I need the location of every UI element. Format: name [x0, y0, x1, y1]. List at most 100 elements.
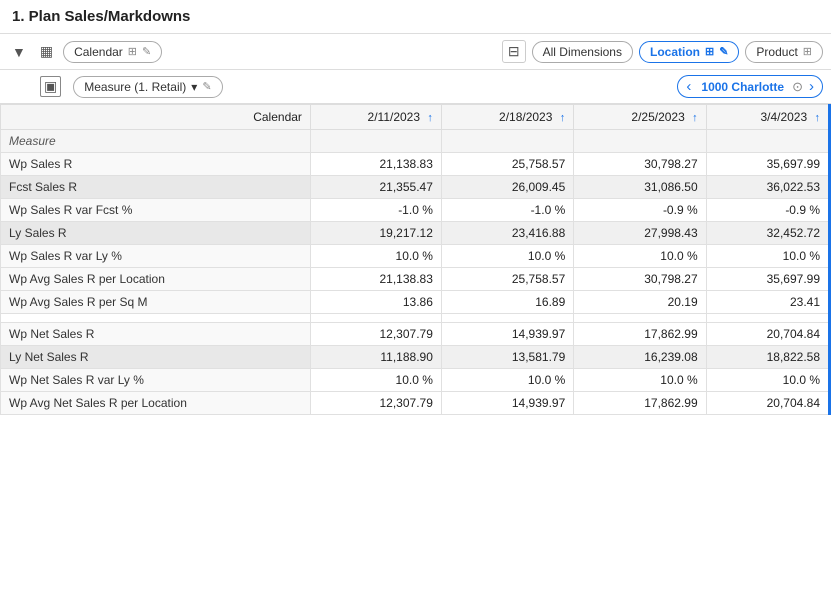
header-col-2: 2/18/2023 ↑: [441, 105, 573, 130]
row-value: 27,998.43: [574, 222, 706, 245]
measure-button[interactable]: Measure (1. Retail) ▾ ✎: [73, 76, 222, 98]
row-value: -1.0 %: [310, 199, 441, 222]
page-title: 1. Plan Sales/Markdowns: [0, 0, 831, 34]
location-label: Location: [650, 45, 700, 59]
all-dimensions-label: All Dimensions: [543, 45, 622, 59]
calendar-button[interactable]: Calendar ⊞ ✎: [63, 41, 162, 63]
row-label: Wp Avg Sales R per Location: [1, 268, 311, 291]
measure-edit-icon: ✎: [202, 80, 211, 93]
table-row: [1, 314, 830, 323]
table-row: Ly Sales R19,217.1223,416.8827,998.4332,…: [1, 222, 830, 245]
row-label: Ly Sales R: [1, 222, 311, 245]
sort-arrow-1: ↑: [427, 112, 433, 124]
expand-rows-icon: ⊟: [508, 43, 520, 60]
table-row: Wp Net Sales R12,307.7914,939.9717,862.9…: [1, 323, 830, 346]
row-value: 14,939.97: [441, 392, 573, 415]
row-value: 17,862.99: [574, 392, 706, 415]
data-table: Calendar 2/11/2023 ↑ 2/18/2023 ↑ 2/25/20…: [0, 104, 831, 415]
location-button[interactable]: Location ⊞ ✎: [639, 41, 739, 63]
app-container: 1. Plan Sales/Markdowns ▼ ▦ Calendar ⊞ ✎…: [0, 0, 831, 415]
row-value: 11,188.90: [310, 346, 441, 369]
location-edit-icon: ✎: [719, 45, 728, 58]
row-label: Wp Net Sales R var Ly %: [1, 369, 311, 392]
location-prev-button[interactable]: ‹: [684, 78, 693, 95]
row-value: 10.0 %: [441, 245, 573, 268]
location-nav: ‹ 1000 Charlotte ⊙ ›: [677, 75, 823, 98]
row-value: 16.89: [441, 291, 573, 314]
table-row: Wp Sales R21,138.8325,758.5730,798.2735,…: [1, 153, 830, 176]
row-value: -0.9 %: [706, 199, 829, 222]
calendar-hier-icon: ⊞: [128, 45, 137, 58]
grid-button[interactable]: ▦: [36, 41, 57, 62]
calendar-edit-icon: ✎: [142, 45, 151, 58]
row-value: 23,416.88: [441, 222, 573, 245]
row-value: 20,704.84: [706, 392, 829, 415]
header-col-3: 2/25/2023 ↑: [574, 105, 706, 130]
row-value: 36,022.53: [706, 176, 829, 199]
row-label: Wp Sales R var Fcst %: [1, 199, 311, 222]
sort-arrow-4: ↑: [815, 112, 821, 124]
expand-rows-button[interactable]: ⊟: [502, 40, 526, 63]
row-label: Wp Sales R var Ly %: [1, 245, 311, 268]
row-value: 35,697.99: [706, 268, 829, 291]
toolbar-center: ⊟: [502, 40, 526, 63]
table-row: Wp Avg Sales R per Location21,138.8325,7…: [1, 268, 830, 291]
calendar-label: Calendar: [74, 45, 123, 59]
row-value: 20.19: [574, 291, 706, 314]
row-value: 25,758.57: [441, 268, 573, 291]
row-value: 31,086.50: [574, 176, 706, 199]
row-value: 17,862.99: [574, 323, 706, 346]
row-value: 30,798.27: [574, 153, 706, 176]
measure-dropdown-icon: ▾: [191, 80, 197, 94]
table-row: Wp Sales R var Ly %10.0 %10.0 %10.0 %10.…: [1, 245, 830, 268]
product-hier-icon: ⊞: [803, 45, 812, 58]
location-name: 1000 Charlotte: [697, 80, 788, 94]
row-value: 21,138.83: [310, 153, 441, 176]
row-value: 32,452.72: [706, 222, 829, 245]
table-body: Measure Wp Sales R21,138.8325,758.5730,7…: [1, 130, 830, 415]
row-value: 10.0 %: [706, 245, 829, 268]
header-col-4: 3/4/2023 ↑: [706, 105, 829, 130]
location-next-icon: ›: [809, 78, 814, 95]
row-label: Wp Net Sales R: [1, 323, 311, 346]
row-label: Fcst Sales R: [1, 176, 311, 199]
row-value: -1.0 %: [441, 199, 573, 222]
table-row: Wp Net Sales R var Ly %10.0 %10.0 %10.0 …: [1, 369, 830, 392]
sort-arrow-3: ↑: [692, 112, 698, 124]
row-label: Ly Net Sales R: [1, 346, 311, 369]
table-row: Fcst Sales R21,355.4726,009.4531,086.503…: [1, 176, 830, 199]
row-label: Wp Avg Sales R per Sq M: [1, 291, 311, 314]
collapse-icon: ▼: [12, 44, 26, 60]
all-dimensions-button[interactable]: All Dimensions: [532, 41, 633, 63]
row-value: 12,307.79: [310, 392, 441, 415]
row-value: 10.0 %: [310, 245, 441, 268]
row-value: -0.9 %: [574, 199, 706, 222]
table-row: Ly Net Sales R11,188.9013,581.7916,239.0…: [1, 346, 830, 369]
header-col-1: 2/11/2023 ↑: [310, 105, 441, 130]
row-label: Wp Avg Net Sales R per Location: [1, 392, 311, 415]
row-value: 10.0 %: [441, 369, 573, 392]
row-value: 23.41: [706, 291, 829, 314]
measure-label: Measure (1. Retail): [84, 80, 186, 94]
sort-arrow-2: ↑: [560, 112, 566, 124]
toolbar-right: All Dimensions Location ⊞ ✎ Product ⊞: [532, 41, 823, 63]
row-value: 14,939.97: [441, 323, 573, 346]
header-calendar: Calendar: [1, 105, 311, 130]
measure-header-row: Measure: [1, 130, 830, 153]
location-next-button[interactable]: ›: [807, 78, 816, 95]
product-button[interactable]: Product ⊞: [745, 41, 823, 63]
row-value: 35,697.99: [706, 153, 829, 176]
measure-header-cell: Measure: [1, 130, 311, 153]
row-value: 12,307.79: [310, 323, 441, 346]
product-label: Product: [756, 45, 797, 59]
location-pin-icon: ⊙: [792, 79, 803, 95]
columns-expand-button[interactable]: ▣: [36, 74, 65, 99]
row-value: 30,798.27: [574, 268, 706, 291]
collapse-button[interactable]: ▼: [8, 42, 30, 62]
expand-icon-area: ▣: [36, 74, 65, 99]
table-header-row: Calendar 2/11/2023 ↑ 2/18/2023 ↑ 2/25/20…: [1, 105, 830, 130]
row-value: 13,581.79: [441, 346, 573, 369]
row-value: 16,239.08: [574, 346, 706, 369]
row-value: 19,217.12: [310, 222, 441, 245]
row-value: 20,704.84: [706, 323, 829, 346]
